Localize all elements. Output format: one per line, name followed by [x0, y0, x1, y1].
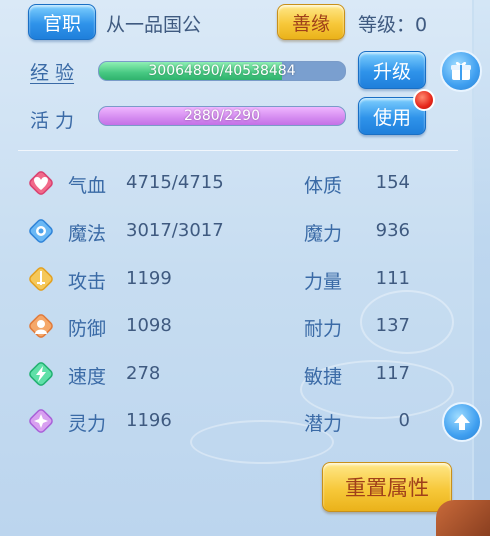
stat-value: 278 [126, 363, 161, 384]
stat-value: 1098 [126, 315, 172, 336]
stat-value: 117 [375, 363, 410, 384]
stat-name: 体质 [304, 175, 343, 197]
stat-value: 1199 [126, 268, 172, 289]
stat-value: 111 [375, 268, 410, 289]
stat-value: 0 [398, 410, 410, 431]
up-arrow-icon[interactable] [442, 402, 482, 442]
stat-name: 力量 [304, 271, 343, 293]
vitality-bar: 2880/2290 [98, 106, 346, 126]
stat-name: 气血 [68, 175, 107, 197]
stat-value: 936 [375, 220, 410, 241]
experience-label: 经 验 [30, 62, 75, 84]
notification-dot-icon [413, 89, 435, 111]
speed-icon [28, 361, 54, 387]
mana-icon [28, 218, 54, 244]
level-label: 等级：0 [358, 14, 428, 36]
karma-button[interactable]: 善缘 [277, 4, 345, 40]
defense-icon [28, 313, 54, 339]
stat-name: 灵力 [68, 413, 107, 435]
heart-icon [28, 170, 54, 196]
sword-icon [28, 266, 54, 292]
vitality-label: 活 力 [30, 110, 75, 132]
experience-bar-text: 30064890/40538484 [148, 63, 296, 79]
stat-value: 154 [375, 172, 410, 193]
divider [18, 150, 458, 151]
upgrade-button[interactable]: 升级 [358, 51, 426, 89]
stat-name: 潜力 [304, 413, 343, 435]
stat-value: 3017/3017 [126, 220, 224, 241]
gift-icon[interactable] [440, 50, 482, 92]
stat-value: 4715/4715 [126, 172, 224, 193]
stat-name: 敏捷 [304, 366, 343, 388]
stat-name: 魔力 [304, 223, 343, 245]
stat-name: 速度 [68, 366, 107, 388]
stat-name: 耐力 [304, 318, 343, 340]
character-decor [436, 500, 490, 536]
reset-attributes-button[interactable]: 重置属性 [322, 462, 452, 512]
vitality-bar-text: 2880/2290 [184, 108, 260, 124]
stat-name: 魔法 [68, 223, 107, 245]
stat-name: 攻击 [68, 271, 107, 293]
rank-button[interactable]: 官职 [28, 4, 96, 40]
experience-bar: 30064890/40538484 [98, 61, 346, 81]
stat-value: 137 [375, 315, 410, 336]
stat-value: 1196 [126, 410, 172, 431]
attribute-panel: 官职 从一品国公 善缘 等级：0 经 验 30064890/40538484 升… [0, 0, 474, 536]
stat-name: 防御 [68, 318, 107, 340]
rank-title: 从一品国公 [106, 14, 202, 36]
spirit-icon [28, 408, 54, 434]
